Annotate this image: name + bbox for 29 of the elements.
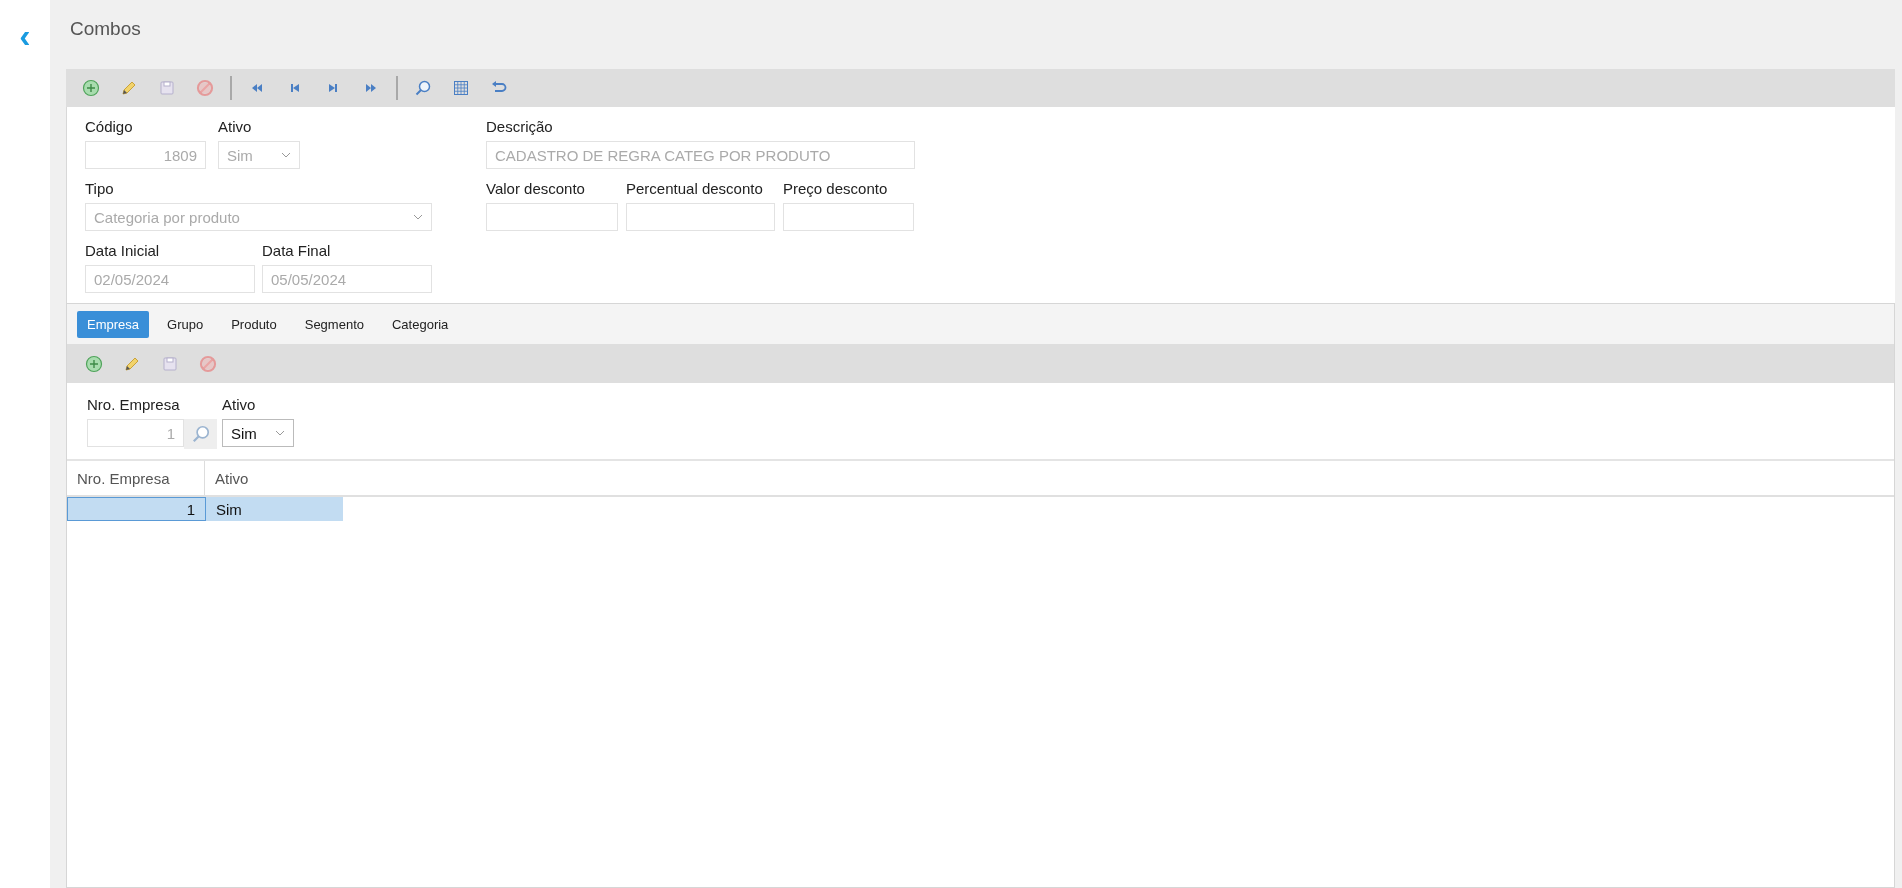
column-header[interactable]: Nro. Empresa bbox=[67, 461, 205, 495]
table-cell-text: Sim bbox=[215, 499, 243, 520]
field-label: Preço desconto bbox=[783, 179, 889, 198]
field-label: Ativo bbox=[218, 117, 253, 136]
chevron-icon bbox=[413, 214, 423, 220]
field-label: Ativo bbox=[222, 395, 257, 414]
tab[interactable]: Empresa bbox=[77, 310, 150, 338]
field-label: Descrição bbox=[486, 117, 554, 136]
field-label: Percentual desconto bbox=[626, 179, 764, 198]
tab[interactable]: Grupo bbox=[157, 310, 214, 338]
back-button[interactable]: ‹ bbox=[15, 18, 35, 52]
field-label: Nro. Empresa bbox=[87, 395, 181, 414]
field-label: Tipo bbox=[85, 179, 115, 198]
page-title: Combos bbox=[70, 18, 142, 41]
table-row[interactable]: 1 Sim bbox=[67, 497, 343, 521]
chevron-icon bbox=[281, 152, 291, 158]
field-label: Data Inicial bbox=[85, 241, 161, 260]
field-label: Data Final bbox=[262, 241, 332, 260]
table-cell: 1 bbox=[67, 497, 206, 521]
search-button[interactable] bbox=[184, 419, 217, 449]
column-header[interactable]: Ativo bbox=[205, 461, 490, 495]
tab[interactable]: Produto bbox=[221, 310, 287, 338]
field-label: Valor desconto bbox=[486, 179, 586, 198]
tab[interactable]: Categoria bbox=[382, 310, 459, 338]
tab[interactable]: Segmento bbox=[294, 310, 374, 338]
select-field[interactable]: Sim bbox=[222, 419, 294, 447]
chevron-icon bbox=[275, 430, 285, 436]
field-label: Código bbox=[85, 117, 134, 136]
search-icon bbox=[190, 424, 211, 444]
